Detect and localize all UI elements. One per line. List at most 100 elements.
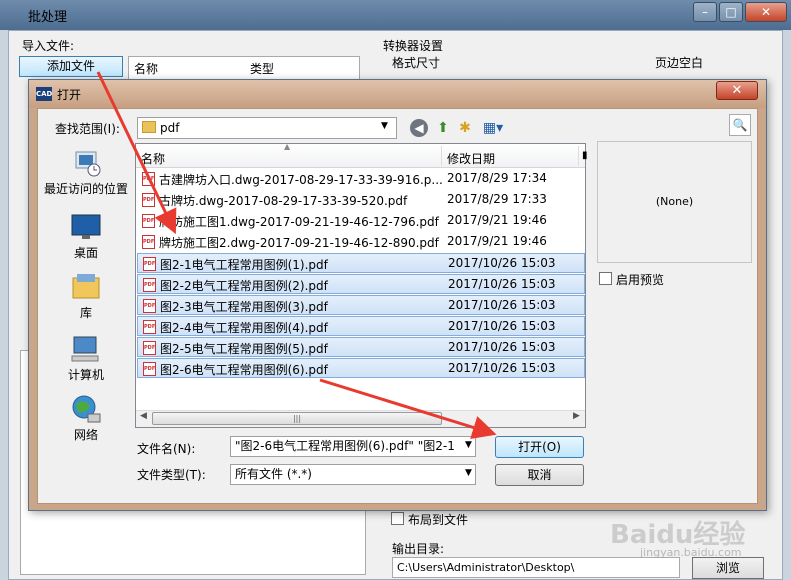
- desktop-icon: [71, 214, 101, 239]
- file-list-header: [136, 144, 585, 168]
- place-computer[interactable]: 计算机: [40, 334, 132, 383]
- file-name-cell: 图2-5电气工程常用图例(5).pdf: [160, 342, 328, 356]
- file-row[interactable]: PDF 牌坊施工图2.dwg-2017-09-21-19-46-12-890.pd…: [137, 232, 585, 252]
- file-row[interactable]: PDF 图2-1电气工程常用图例(1).pdf 2017/10/26 15:03: [137, 253, 585, 273]
- pdf-file-icon: PDF: [143, 278, 156, 292]
- pdf-file-icon: PDF: [143, 257, 156, 271]
- file-name-cell: 图2-1电气工程常用图例(1).pdf: [160, 258, 328, 272]
- look-in-value: pdf: [160, 121, 180, 135]
- enable-preview-label: 启用预览: [616, 273, 665, 287]
- file-name-cell: 图2-6电气工程常用图例(6).pdf: [160, 363, 328, 377]
- pdf-file-icon: PDF: [143, 362, 156, 376]
- file-date-cell: 2017/8/29 17:33: [447, 192, 547, 206]
- file-row[interactable]: PDF 图2-2电气工程常用图例(2).pdf 2017/10/26 15:03: [137, 274, 585, 294]
- file-date-cell: 2017/10/26 15:03: [448, 277, 556, 291]
- place-desktop[interactable]: 桌面: [40, 212, 132, 261]
- list-column-name[interactable]: 名称: [134, 60, 158, 77]
- chevron-down-icon[interactable]: ▼: [381, 121, 388, 131]
- file-date-cell: 2017/10/26 15:03: [448, 340, 556, 354]
- chevron-down-icon[interactable]: ▼: [465, 440, 472, 450]
- maximize-button[interactable]: □: [719, 2, 743, 22]
- scrollbar-thumb[interactable]: |||: [152, 412, 442, 425]
- import-file-list[interactable]: [128, 56, 360, 80]
- place-label: 桌面: [73, 246, 98, 260]
- file-type-label: 文件类型(T):: [137, 468, 206, 482]
- dialog-close-button[interactable]: ✕: [716, 81, 758, 100]
- add-file-button[interactable]: 添加文件: [19, 56, 123, 77]
- enable-preview-checkbox[interactable]: [599, 272, 612, 285]
- layout-to-file-label: 布局到文件: [408, 513, 469, 527]
- pdf-file-icon: PDF: [142, 235, 155, 249]
- file-name-cell: 古牌坊.dwg-2017-08-29-17-33-39-520.pdf: [159, 194, 408, 208]
- baidu-watermark-url: jingyan.baidu.com: [640, 546, 742, 559]
- look-in-label: 查找范围(I):: [55, 122, 120, 136]
- dialog-title: 打开: [57, 88, 82, 102]
- column-header-name[interactable]: 名称: [141, 150, 165, 167]
- file-row[interactable]: PDF 图2-3电气工程常用图例(3).pdf 2017/10/26 15:03: [137, 295, 585, 315]
- pdf-file-icon: PDF: [143, 299, 156, 313]
- scroll-right-icon[interactable]: ▶: [573, 411, 580, 421]
- column-divider[interactable]: [441, 146, 442, 166]
- file-name-input[interactable]: "图2-6电气工程常用图例(6).pdf" "图2-1: [230, 436, 476, 457]
- file-date-cell: 2017/10/26 15:03: [448, 319, 556, 333]
- background-close-button[interactable]: ✕: [745, 2, 787, 22]
- open-button[interactable]: 打开(O): [495, 436, 584, 458]
- back-icon[interactable]: ◀: [410, 119, 428, 137]
- sort-up-icon: ▲: [284, 142, 291, 151]
- dialog-titlebar[interactable]: [29, 80, 766, 108]
- file-date-cell: 2017/8/29 17:34: [447, 171, 547, 185]
- converter-settings-label: 转换器设置: [383, 39, 444, 53]
- view-menu-icon[interactable]: ▦▾: [480, 119, 506, 137]
- column-header-date[interactable]: 修改日期: [447, 150, 495, 167]
- file-name-cell: 图2-2电气工程常用图例(2).pdf: [160, 279, 328, 293]
- file-date-cell: 2017/10/26 15:03: [448, 298, 556, 312]
- file-name-cell: 古建牌坊入口.dwg-2017-08-29-17-33-39-916.p...: [159, 173, 443, 187]
- place-label: 计算机: [67, 368, 104, 382]
- preview-toggle-icon[interactable]: 🔍: [729, 114, 751, 136]
- margin-label: 页边空白: [655, 56, 704, 70]
- file-date-cell: 2017/10/26 15:03: [448, 361, 556, 375]
- column-divider[interactable]: [578, 146, 579, 166]
- file-row[interactable]: PDF 古牌坊.dwg-2017-08-29-17-33-39-520.pdf 20…: [137, 190, 585, 210]
- place-label: 最近访问的位置: [43, 182, 128, 196]
- output-directory-input[interactable]: C:\Users\Administrator\Desktop\: [392, 557, 680, 578]
- column-header-more[interactable]: ▮: [582, 150, 588, 161]
- file-date-cell: 2017/10/26 15:03: [448, 256, 556, 270]
- place-label: 网络: [73, 428, 98, 442]
- place-library[interactable]: 库: [40, 272, 132, 321]
- cancel-button[interactable]: 取消: [495, 464, 584, 486]
- import-files-label: 导入文件:: [22, 39, 75, 53]
- pdf-file-icon: PDF: [142, 193, 155, 207]
- browse-button[interactable]: 浏览: [692, 557, 764, 579]
- network-icon: [72, 395, 101, 423]
- file-row[interactable]: PDF 图2-5电气工程常用图例(5).pdf 2017/10/26 15:03: [137, 337, 585, 357]
- file-row[interactable]: PDF 古建牌坊入口.dwg-2017-08-29-17-33-39-916.p.…: [137, 169, 585, 189]
- up-folder-icon[interactable]: ⬆: [434, 119, 452, 137]
- output-directory-label: 输出目录:: [392, 542, 445, 556]
- file-row[interactable]: PDF 牌坊施工图1.dwg-2017-09-21-19-46-12-796.pd…: [137, 211, 585, 231]
- file-row[interactable]: PDF 图2-4电气工程常用图例(4).pdf 2017/10/26 15:03: [137, 316, 585, 336]
- cad-app-icon: CAD: [36, 87, 52, 101]
- pdf-file-icon: PDF: [142, 172, 155, 186]
- scroll-left-icon[interactable]: ◀: [140, 411, 147, 421]
- minimize-button[interactable]: –: [693, 2, 717, 22]
- file-row[interactable]: PDF 图2-6电气工程常用图例(6).pdf 2017/10/26 15:03: [137, 358, 585, 378]
- background-window-title: 批处理: [28, 10, 68, 25]
- file-date-cell: 2017/9/21 19:46: [447, 234, 547, 248]
- file-type-select[interactable]: 所有文件 (*.*): [230, 464, 476, 485]
- preview-none-text: (None): [655, 195, 694, 208]
- background-titlebar: [0, 0, 791, 30]
- recent-places-icon: [75, 151, 101, 177]
- chevron-down-icon[interactable]: ▼: [465, 468, 472, 478]
- place-recent[interactable]: 最近访问的位置: [40, 148, 132, 197]
- list-column-type[interactable]: 类型: [250, 60, 274, 77]
- file-name-cell: 图2-4电气工程常用图例(4).pdf: [160, 321, 328, 335]
- pdf-file-icon: PDF: [143, 320, 156, 334]
- computer-icon: [71, 336, 99, 362]
- folder-icon: [142, 121, 156, 133]
- pdf-file-icon: PDF: [142, 214, 155, 228]
- place-network[interactable]: 网络: [40, 394, 132, 443]
- layout-to-file-checkbox[interactable]: [391, 512, 404, 525]
- file-date-cell: 2017/9/21 19:46: [447, 213, 547, 227]
- new-folder-icon[interactable]: ✱: [456, 119, 474, 137]
